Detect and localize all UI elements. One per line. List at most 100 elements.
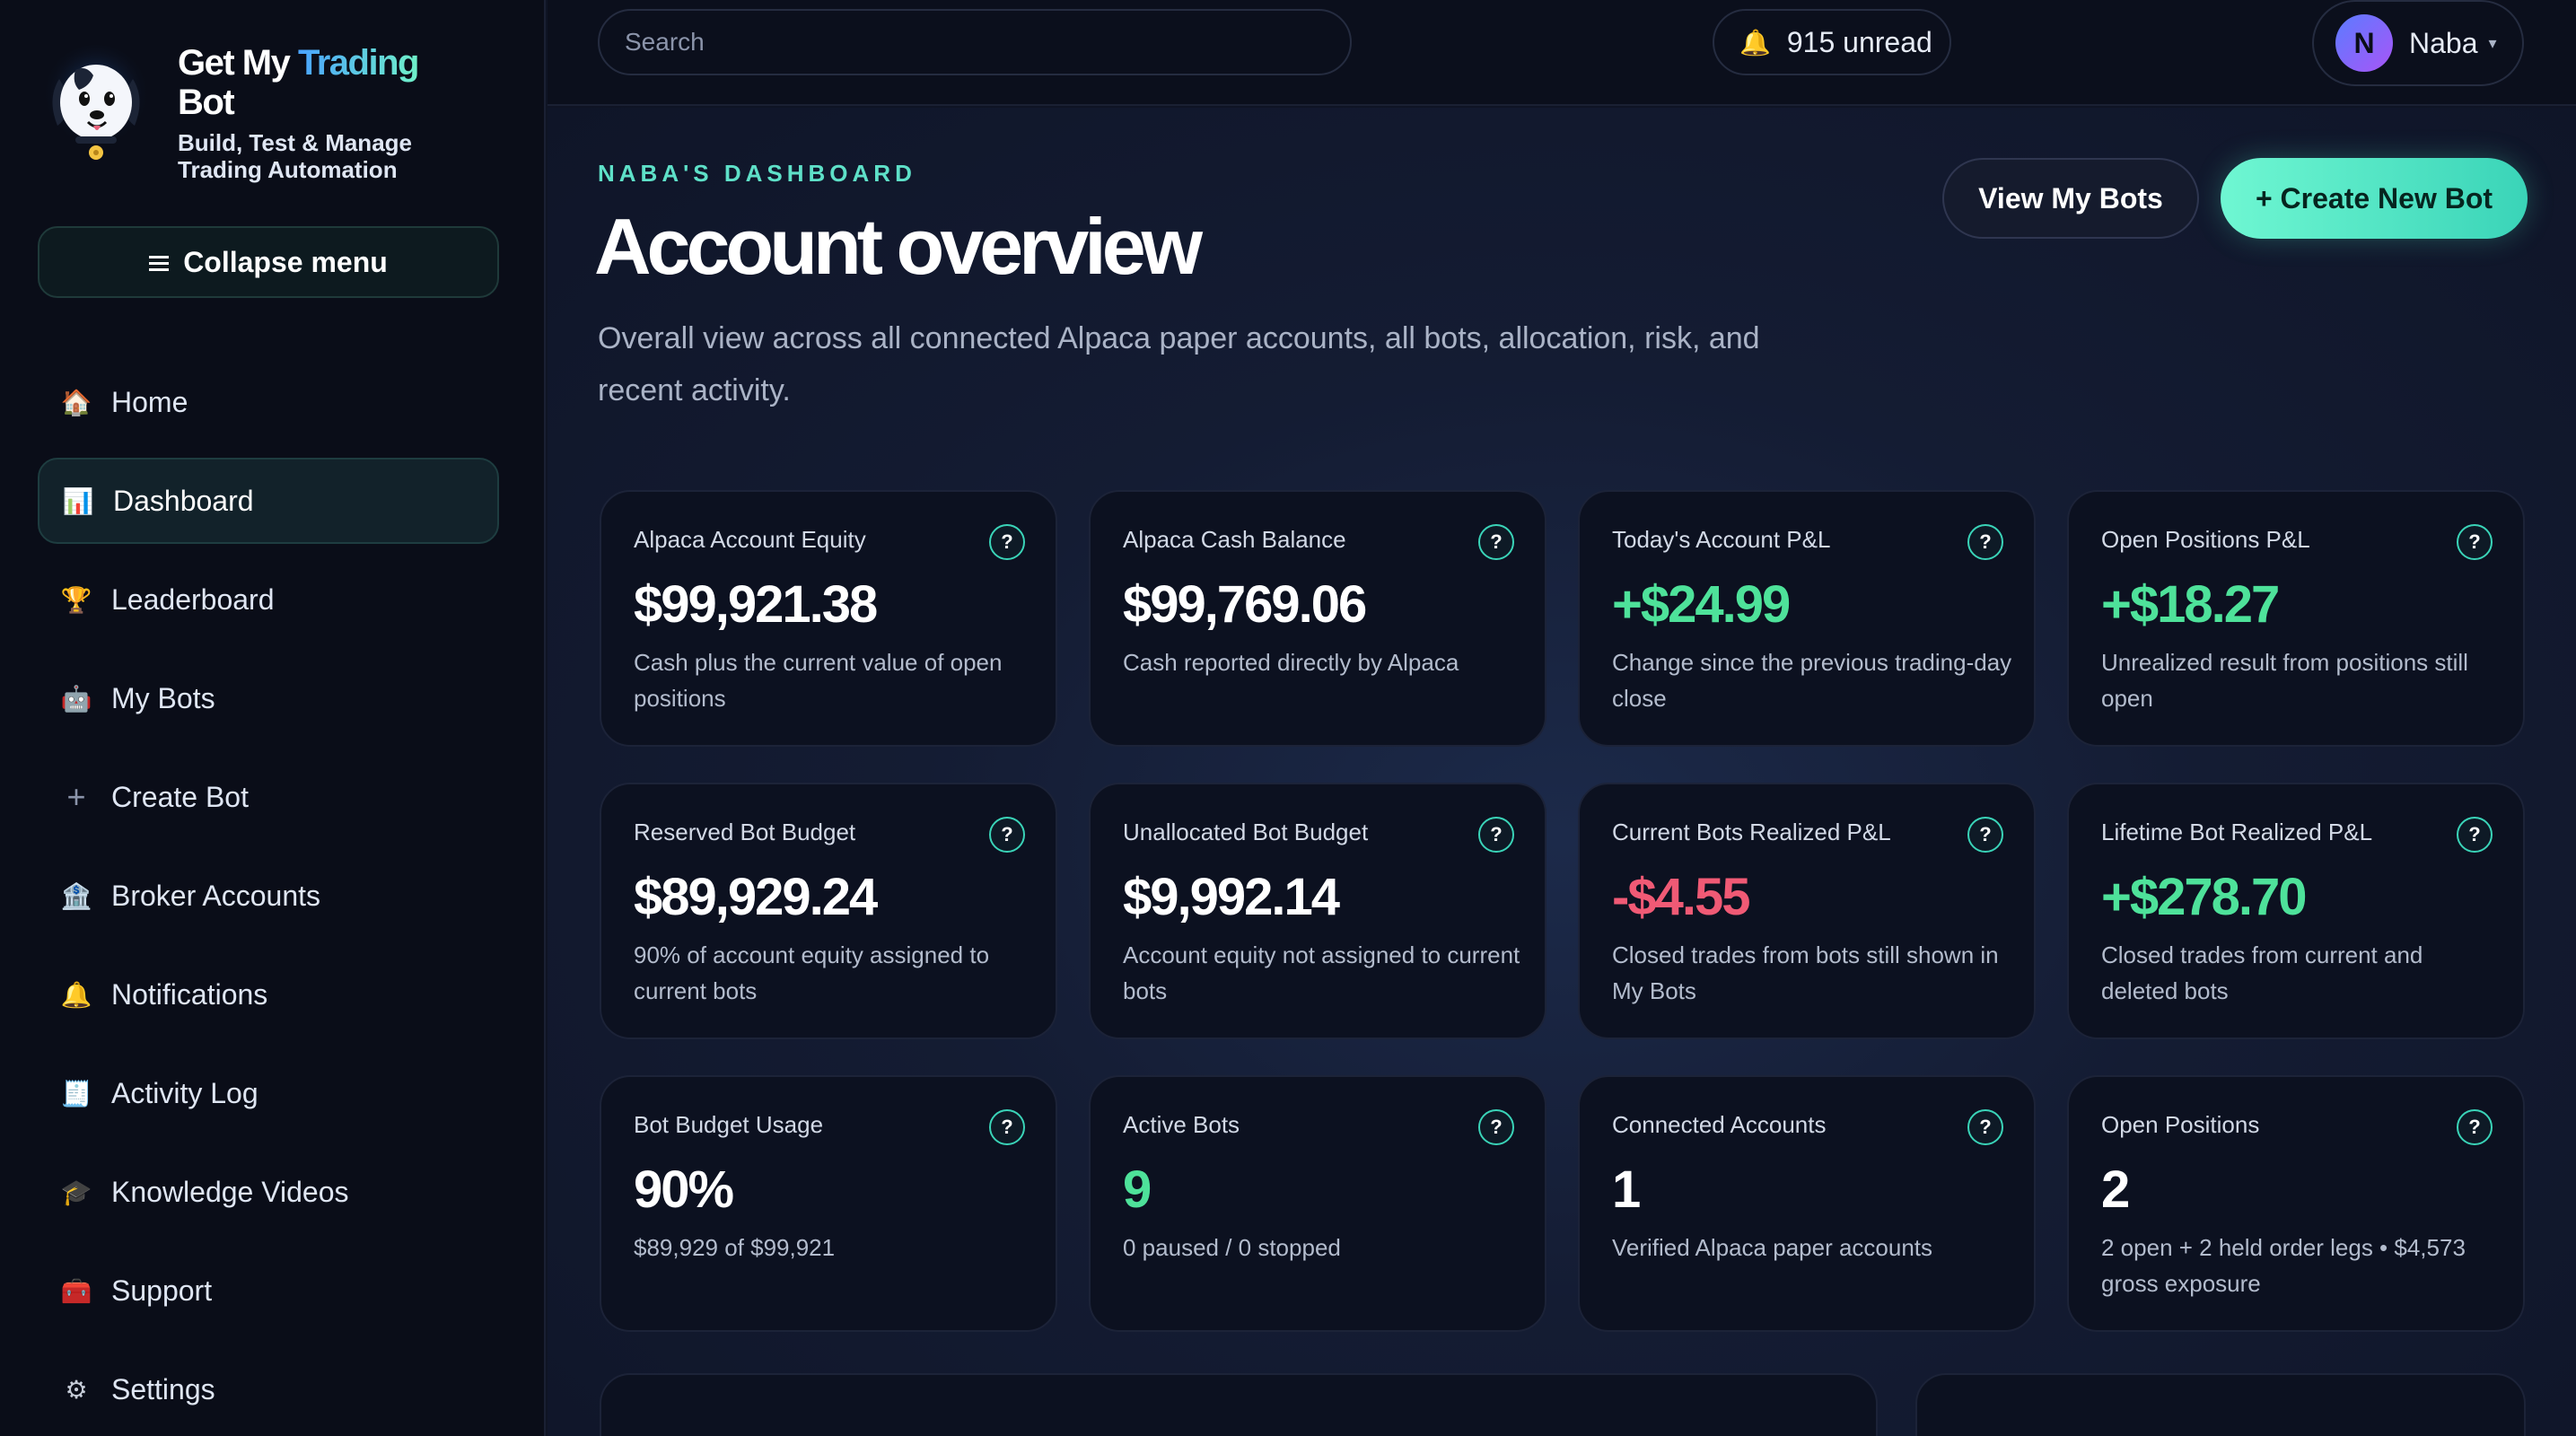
card-label: Open Positions xyxy=(2101,1111,2260,1138)
page-description: Overall view across all connected Alpaca… xyxy=(598,321,1760,407)
card-value: $99,921.38 xyxy=(634,575,878,634)
card-label: Alpaca Cash Balance xyxy=(1123,526,1346,553)
card-label: Connected Accounts xyxy=(1612,1111,1827,1138)
card-label: Current Bots Realized P&L xyxy=(1612,819,1891,845)
brand-title: Get My Trading Bot xyxy=(178,43,419,122)
sidebar-item-settings[interactable]: ⚙ Settings xyxy=(38,1346,499,1432)
view-my-bots-button[interactable]: View My Bots xyxy=(1942,158,2199,239)
sidebar-item-notifications[interactable]: 🔔 Notifications xyxy=(38,951,499,1038)
receipt-icon: 🧾 xyxy=(60,1079,92,1108)
card-label: Bot Budget Usage xyxy=(634,1111,824,1138)
card-value: 1 xyxy=(1612,1160,1641,1219)
sidebar-item-broker-accounts[interactable]: 🏦 Broker Accounts xyxy=(38,853,499,939)
sidebar-item-create-bot[interactable]: + Create Bot xyxy=(38,754,499,840)
card-description: Cash plus the current value of open posi… xyxy=(634,649,1003,712)
card-account-equity: Alpaca Account Equity ? $99,921.38 Cash … xyxy=(600,490,1057,747)
card-description: Closed trades from bots still shown in M… xyxy=(1612,941,1999,1004)
card-description: 90% of account equity assigned to curren… xyxy=(634,941,990,1004)
card-bot-budget-usage: Bot Budget Usage ? 90% $89,929 of $99,92… xyxy=(600,1075,1057,1332)
card-value: 9 xyxy=(1123,1160,1152,1219)
notifications-pill[interactable]: 🔔 915 unread xyxy=(1713,9,1951,75)
help-icon[interactable]: ? xyxy=(1967,817,2003,853)
sidebar-nav: 🏠 Home 📊 Dashboard 🏆 Leaderboard 🤖 My Bo… xyxy=(38,359,499,1436)
bottom-panel-left xyxy=(600,1373,1878,1436)
card-value: 2 xyxy=(2101,1160,2130,1219)
sidebar: Get My Trading Bot Build, Test & Manage Tr… xyxy=(0,0,546,1436)
card-cash-balance: Alpaca Cash Balance ? $99,769.06 Cash re… xyxy=(1089,490,1546,747)
card-value: -$4.55 xyxy=(1612,868,1750,926)
dashboard-eyebrow: NABA'S DASHBOARD xyxy=(598,160,916,187)
help-icon[interactable]: ? xyxy=(1478,817,1514,853)
card-label: Lifetime Bot Realized P&L xyxy=(2101,819,2373,845)
plus-icon: + xyxy=(66,778,86,815)
card-description: Account equity not assigned to current b… xyxy=(1123,941,1520,1004)
card-description: Unrealized result from positions still o… xyxy=(2101,649,2468,712)
card-description: 2 open + 2 held order legs • $4,573 gros… xyxy=(2101,1234,2466,1297)
help-icon[interactable]: ? xyxy=(1478,524,1514,560)
card-description: Closed trades from current and deleted b… xyxy=(2101,941,2423,1004)
toolbox-icon: 🧰 xyxy=(60,1276,92,1305)
sidebar-item-label: My Bots xyxy=(111,681,215,714)
unread-count: 915 unread xyxy=(1786,25,1932,58)
avatar: N xyxy=(2335,14,2393,72)
card-value: 90% xyxy=(634,1160,734,1219)
sidebar-item-label: Notifications xyxy=(111,977,268,1011)
sidebar-item-label: Dashboard xyxy=(113,484,254,517)
card-value: $9,992.14 xyxy=(1123,868,1340,926)
sidebar-item-my-bots[interactable]: 🤖 My Bots xyxy=(38,655,499,741)
create-new-bot-button[interactable]: + Create New Bot xyxy=(2221,158,2528,239)
sidebar-item-home[interactable]: 🏠 Home xyxy=(38,359,499,445)
card-value: $99,769.06 xyxy=(1123,575,1367,634)
sidebar-item-label: Home xyxy=(111,385,188,418)
sidebar-item-support[interactable]: 🧰 Support xyxy=(38,1248,499,1334)
brand-text: Get My Trading Bot Build, Test & Manage Tr… xyxy=(178,43,419,183)
help-icon[interactable]: ? xyxy=(989,817,1025,853)
sidebar-item-label: Knowledge Videos xyxy=(111,1175,349,1208)
card-label: Active Bots xyxy=(1123,1111,1240,1138)
collapse-menu-button[interactable]: Collapse menu xyxy=(38,226,499,298)
card-value: +$24.99 xyxy=(1612,575,1791,634)
card-label: Alpaca Account Equity xyxy=(634,526,866,553)
search-input[interactable] xyxy=(598,9,1352,75)
brand[interactable]: Get My Trading Bot Build, Test & Manage Tr… xyxy=(39,43,419,183)
sidebar-item-label: Settings xyxy=(111,1372,215,1405)
card-label: Today's Account P&L xyxy=(1612,526,1831,553)
sidebar-item-label: Create Bot xyxy=(111,780,249,813)
help-icon[interactable]: ? xyxy=(2457,524,2493,560)
card-description: $89,929 of $99,921 xyxy=(634,1234,836,1261)
card-active-bots: Active Bots ? 9 0 paused / 0 stopped xyxy=(1089,1075,1546,1332)
sidebar-item-label: Support xyxy=(111,1274,213,1307)
bell-icon: 🔔 xyxy=(60,980,92,1009)
card-label: Reserved Bot Budget xyxy=(634,819,856,845)
graduation-cap-icon: 🎓 xyxy=(60,1178,92,1206)
help-icon[interactable]: ? xyxy=(2457,817,2493,853)
help-icon[interactable]: ? xyxy=(2457,1109,2493,1145)
card-label: Unallocated Bot Budget xyxy=(1123,819,1369,845)
card-lifetime-bot-realized-pnl: Lifetime Bot Realized P&L ? +$278.70 Clo… xyxy=(2067,783,2525,1039)
collapse-menu-label: Collapse menu xyxy=(183,245,388,278)
bottom-panel-right xyxy=(1915,1373,2526,1436)
brand-subtitle: Build, Test & Manage Trading Automation xyxy=(178,129,412,183)
card-description: Cash reported directly by Alpaca xyxy=(1123,649,1459,676)
card-open-positions: Open Positions ? 2 2 open + 2 held order… xyxy=(2067,1075,2525,1332)
card-reserved-budget: Reserved Bot Budget ? $89,929.24 90% of … xyxy=(600,783,1057,1039)
gear-icon: ⚙ xyxy=(65,1375,88,1404)
card-description: Verified Alpaca paper accounts xyxy=(1612,1234,1933,1261)
sidebar-item-knowledge-videos[interactable]: 🎓 Knowledge Videos xyxy=(38,1149,499,1235)
card-value: +$18.27 xyxy=(2101,575,2280,634)
sidebar-item-label: Broker Accounts xyxy=(111,879,320,912)
help-icon[interactable]: ? xyxy=(989,1109,1025,1145)
trophy-icon: 🏆 xyxy=(60,585,92,614)
user-menu[interactable]: N Naba ▾ xyxy=(2312,0,2524,86)
help-icon[interactable]: ? xyxy=(1967,1109,2003,1145)
sidebar-item-activity-log[interactable]: 🧾 Activity Log xyxy=(38,1050,499,1136)
help-icon[interactable]: ? xyxy=(989,524,1025,560)
help-icon[interactable]: ? xyxy=(1478,1109,1514,1145)
help-icon[interactable]: ? xyxy=(1967,524,2003,560)
card-todays-pnl: Today's Account P&L ? +$24.99 Change sin… xyxy=(1578,490,2036,747)
sidebar-item-dashboard[interactable]: 📊 Dashboard xyxy=(38,458,499,544)
dog-logo-icon xyxy=(39,43,153,169)
sidebar-item-leaderboard[interactable]: 🏆 Leaderboard xyxy=(38,556,499,643)
card-label: Open Positions P&L xyxy=(2101,526,2310,553)
sidebar-item-label: Leaderboard xyxy=(111,582,275,616)
